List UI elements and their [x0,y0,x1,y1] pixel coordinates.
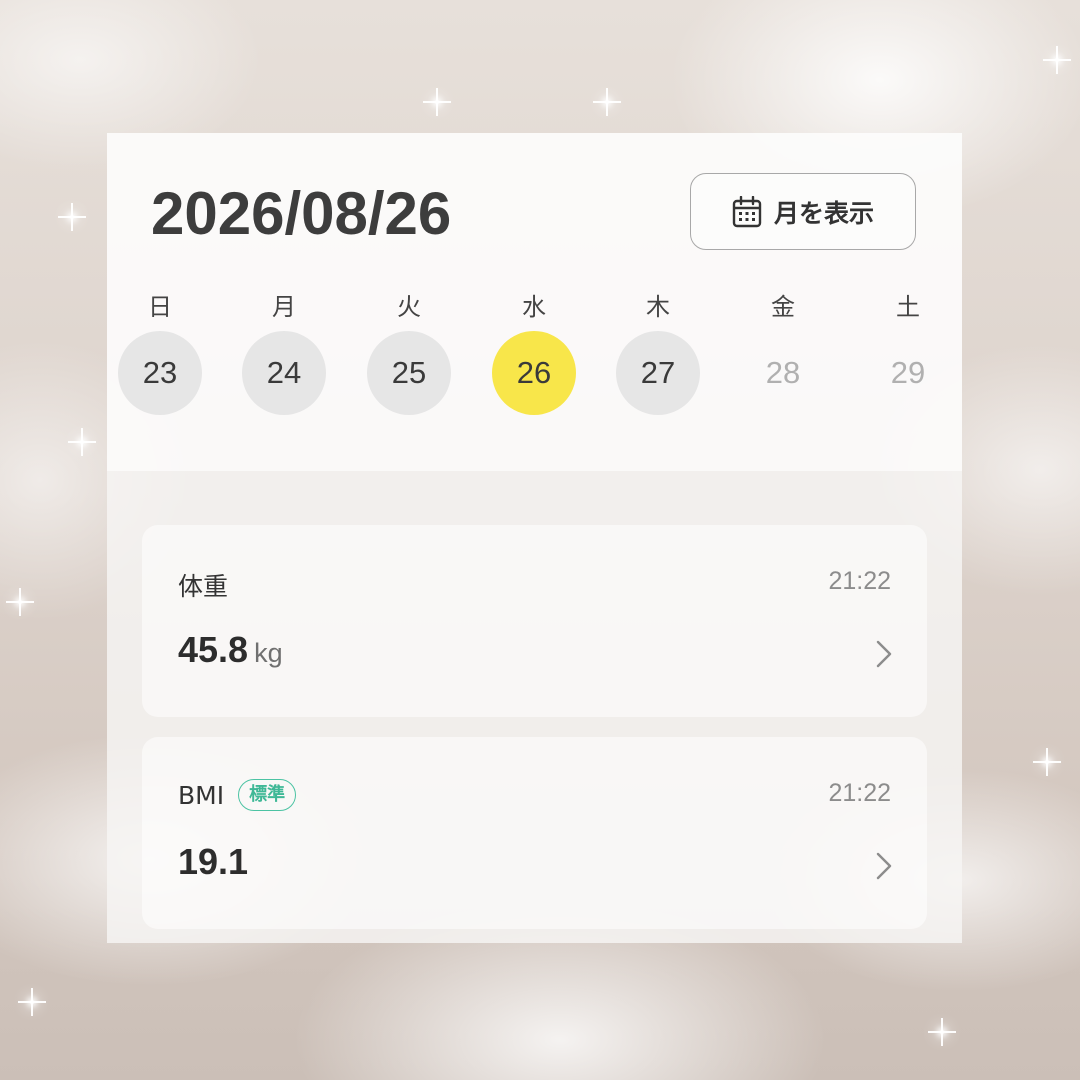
page-title: 2026/08/26 [151,180,452,247]
weekday-label: 金 [771,293,795,321]
day-cell[interactable]: 25 [367,331,451,415]
weight-record-row[interactable]: 体重 21:22 45.8 kg [142,525,927,717]
day-cell-future: 29 [890,355,926,390]
day-cell-future: 28 [765,355,801,390]
sparkle [928,1018,956,1046]
show-month-button[interactable]: 月を表示 [690,173,916,250]
weekday-label: 土 [896,293,920,321]
show-month-label: 月を表示 [773,198,874,228]
day-cell-selected[interactable]: 26 [492,331,576,415]
metric-name-wrap: BMI 標準 [178,779,297,811]
weekday-label: 日 [148,293,172,321]
sparkle [1033,748,1061,776]
metric-name-wrap: 体重 [178,567,228,603]
metric-value-wrap: 19.1 [178,841,248,883]
sparkle [1043,46,1071,74]
chevron-right-icon [876,640,892,668]
chevron-right-icon [876,852,892,880]
weekday-label: 火 [397,293,421,321]
metric-value-wrap: 45.8 kg [178,629,283,671]
metric-time: 21:22 [828,567,891,595]
metric-name: BMI [178,780,225,810]
sparkle [18,988,46,1016]
sparkle [6,588,34,616]
metric-unit: kg [254,638,283,668]
weekday-label: 月 [272,293,296,321]
day-cell[interactable]: 23 [118,331,202,415]
bmi-record-row[interactable]: BMI 標準 21:22 19.1 [142,737,927,929]
sparkle [58,203,86,231]
weekday-row: 日 月 火 水 木 金 土 [107,287,962,327]
metric-value: 19.1 [178,841,249,882]
calendar-header: 2026/08/26 月を表示 日 月 火 水 木 金 土 23 24 25 2… [107,133,962,471]
sparkle [593,88,621,116]
day-cell[interactable]: 24 [242,331,326,415]
date-row: 23 24 25 26 27 28 29 [107,331,962,415]
status-badge: 標準 [238,779,297,811]
sparkle [68,428,96,456]
day-cell[interactable]: 27 [616,331,700,415]
metric-time: 21:22 [828,779,891,807]
weekday-label: 木 [646,293,670,321]
calendar-icon [732,195,762,227]
metric-value: 45.8 [178,629,249,670]
weekday-label: 水 [522,293,546,321]
metric-name: 体重 [178,572,229,601]
sparkle [423,88,451,116]
health-record-card: 2026/08/26 月を表示 日 月 火 水 木 金 土 23 24 25 2… [107,133,962,943]
